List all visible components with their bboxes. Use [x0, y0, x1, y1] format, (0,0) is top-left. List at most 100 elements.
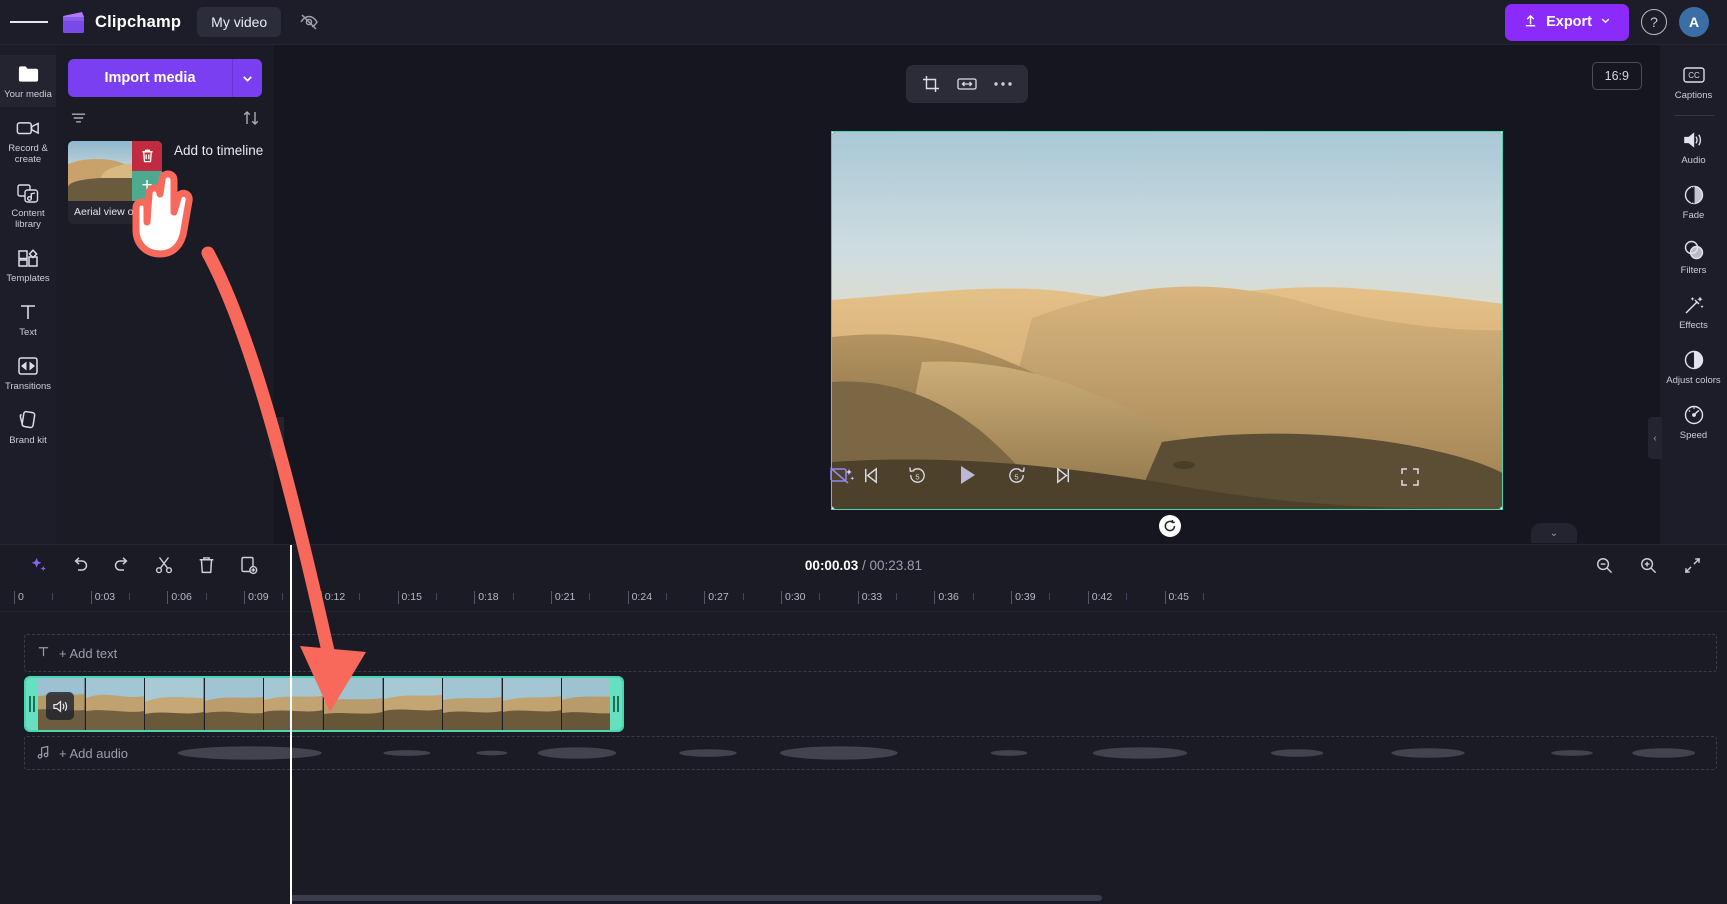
- media-item-card[interactable]: + Aerial view of.: [68, 141, 162, 224]
- timecode-display: 00:00.03 / 00:23.81: [805, 558, 922, 573]
- time-separator: /: [861, 557, 866, 573]
- ai-magic-button[interactable]: [25, 552, 51, 578]
- left-sidebar: Your media Record & create Content libra…: [0, 45, 56, 544]
- clip-mute-button[interactable]: [46, 692, 74, 720]
- fit-width-icon[interactable]: [952, 71, 982, 97]
- collapse-right-panel-button[interactable]: ‹: [1648, 417, 1662, 459]
- forward-5-button[interactable]: 5: [1006, 465, 1027, 486]
- svg-text:CC: CC: [1688, 71, 1700, 80]
- right-item-adjust-colors[interactable]: Adjust colors: [1660, 340, 1727, 395]
- music-note-icon: [37, 745, 50, 762]
- right-item-speed[interactable]: Speed: [1660, 395, 1727, 450]
- right-item-captions[interactable]: CC Captions: [1660, 55, 1727, 110]
- delete-media-button[interactable]: [132, 141, 162, 171]
- sidebar-item-templates[interactable]: Templates: [0, 239, 56, 291]
- magic-wand-icon: [1683, 294, 1705, 316]
- timeline-scrollbar[interactable]: [290, 895, 1102, 901]
- export-button[interactable]: Export: [1505, 3, 1629, 41]
- rotate-handle[interactable]: [1159, 515, 1181, 537]
- sidebar-label: Your media: [4, 89, 52, 100]
- aspect-ratio-chip[interactable]: 16:9: [1591, 62, 1642, 90]
- right-item-label: Filters: [1680, 265, 1707, 276]
- video-scene: [832, 132, 1502, 509]
- right-item-effects[interactable]: Effects: [1660, 285, 1727, 340]
- add-audio-track[interactable]: + Add audio: [24, 736, 1717, 770]
- top-bar: Clipchamp My video Export ? A: [0, 0, 1727, 45]
- project-name-chip[interactable]: My video: [197, 7, 282, 37]
- chevron-down-icon: [1600, 14, 1611, 30]
- transitions-icon: [17, 355, 39, 377]
- help-icon[interactable]: ?: [1641, 9, 1667, 35]
- play-button[interactable]: [954, 462, 980, 488]
- media-item-name: Aerial view of.: [74, 206, 140, 218]
- upload-icon: [1523, 13, 1538, 32]
- right-item-label: Effects: [1679, 320, 1708, 331]
- split-button[interactable]: [151, 552, 177, 578]
- sidebar-label: Text: [19, 327, 37, 338]
- sidebar-item-brand-kit[interactable]: Brand kit: [0, 401, 56, 453]
- sidebar-item-your-media[interactable]: Your media: [0, 55, 56, 107]
- right-item-fade[interactable]: Fade: [1660, 175, 1727, 230]
- trim-right-handle[interactable]: [610, 678, 622, 730]
- text-t-icon: [37, 645, 50, 661]
- add-to-timeline-button[interactable]: +: [132, 171, 162, 201]
- add-text-label: + Add text: [59, 645, 118, 661]
- filter-icon[interactable]: [70, 111, 87, 130]
- zoom-in-button[interactable]: [1635, 552, 1661, 578]
- audio-waveform: [145, 737, 1716, 769]
- skip-to-end-button[interactable]: [1053, 465, 1074, 486]
- sort-arrows-icon[interactable]: [242, 110, 260, 131]
- sidebar-item-text[interactable]: Text: [0, 293, 56, 345]
- timeline-ruler[interactable]: 0 0:03 0:06 0:09 0:12 0:15 0:18 0:21 0:24 0:27 0:3…: [0, 585, 1727, 612]
- timeline: ⌄ 00:00.03 / 00:23.81 0 0:03 0:06 0:09 0…: [0, 523, 1727, 904]
- import-media-dropdown-icon[interactable]: [232, 59, 262, 97]
- import-media-button[interactable]: Import media: [68, 59, 232, 97]
- clipchamp-app: Clipchamp My video Export ? A Your media…: [0, 0, 1727, 904]
- rewind-5-button[interactable]: 5: [907, 465, 928, 486]
- video-clip[interactable]: [24, 676, 624, 732]
- sidebar-label: Templates: [6, 273, 50, 284]
- crop-icon[interactable]: [916, 71, 946, 97]
- hamburger-menu-icon[interactable]: [10, 3, 49, 41]
- avatar[interactable]: A: [1679, 7, 1709, 37]
- media-panel: Import media + Aerial view of. Add to ti…: [56, 45, 284, 544]
- brand: Clipchamp: [60, 10, 181, 34]
- right-item-filters[interactable]: Filters: [1660, 230, 1727, 285]
- undo-button[interactable]: [67, 552, 93, 578]
- fade-circle-icon: [1683, 184, 1705, 206]
- redo-button[interactable]: [109, 552, 135, 578]
- sidebar-label: Brand kit: [9, 435, 47, 446]
- more-options-icon[interactable]: [988, 71, 1018, 97]
- timeline-zoom-controls: [1591, 552, 1715, 578]
- right-item-label: Speed: [1679, 430, 1708, 441]
- zoom-out-button[interactable]: [1591, 552, 1617, 578]
- sidebar-item-content-library[interactable]: Content library: [0, 174, 56, 237]
- resize-handle-bottom-right[interactable]: [1499, 506, 1502, 509]
- fit-timeline-button[interactable]: [1679, 552, 1705, 578]
- right-item-label: Audio: [1681, 155, 1706, 166]
- playhead[interactable]: [290, 545, 292, 904]
- folder-icon: [17, 63, 40, 85]
- right-sidebar: ‹ CC Captions Audio Fade Filters Effects…: [1648, 45, 1727, 544]
- sidebar-item-record-create[interactable]: Record & create: [0, 109, 56, 172]
- sidebar-item-transitions[interactable]: Transitions: [0, 347, 56, 399]
- clip-thumbnail-strip: [26, 678, 622, 730]
- total-time: 00:23.81: [869, 557, 923, 573]
- delete-button[interactable]: [193, 552, 219, 578]
- trim-left-handle[interactable]: [26, 678, 38, 730]
- preview-float-toolbar: [906, 65, 1028, 103]
- skip-to-start-button[interactable]: [860, 465, 881, 486]
- fullscreen-icon[interactable]: [1400, 467, 1420, 492]
- speedometer-icon: [1683, 404, 1705, 426]
- collapse-media-panel-button[interactable]: ‹: [270, 417, 284, 459]
- right-item-audio[interactable]: Audio: [1660, 120, 1727, 175]
- eye-off-icon[interactable]: [295, 8, 323, 36]
- filters-circles-icon: [1683, 239, 1705, 261]
- sidebar-label: Content library: [11, 208, 45, 230]
- duplicate-button[interactable]: [235, 552, 261, 578]
- timeline-expand-button[interactable]: ⌄: [1531, 523, 1577, 543]
- timeline-toolbar: 00:00.03 / 00:23.81: [0, 545, 1727, 585]
- right-item-label: Adjust colors: [1666, 375, 1721, 386]
- video-preview-frame[interactable]: [831, 131, 1503, 510]
- add-text-track[interactable]: + Add text: [24, 634, 1717, 672]
